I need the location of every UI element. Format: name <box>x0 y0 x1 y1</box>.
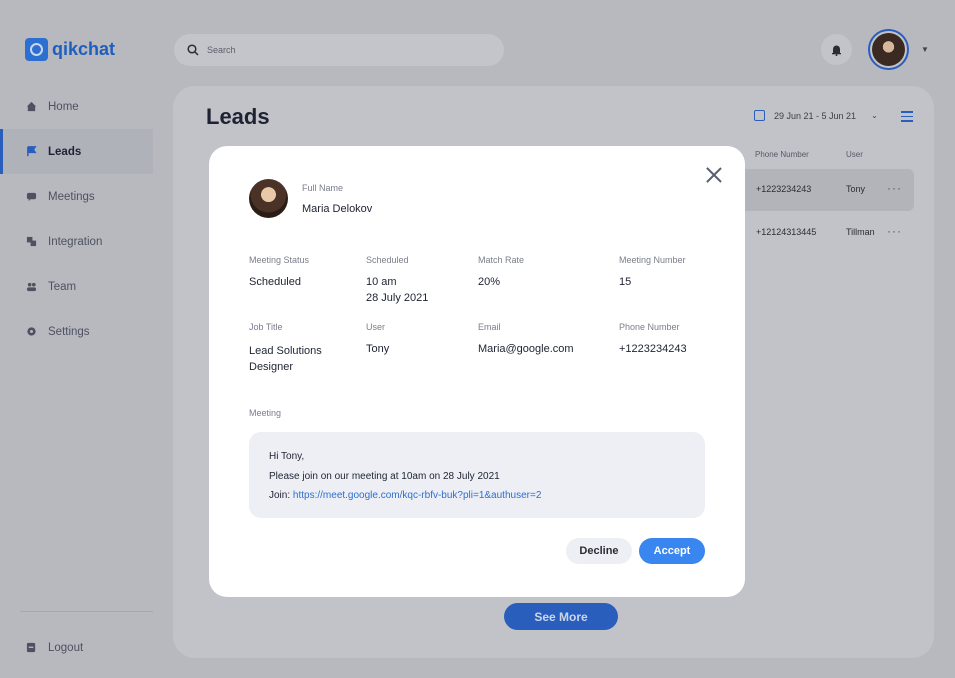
full-name-label: Full Name <box>302 183 344 193</box>
sidebar-item-label: Integration <box>48 235 103 248</box>
sidebar-item-meetings[interactable]: Meetings <box>0 174 153 219</box>
team-icon <box>26 282 37 292</box>
sidebar-item-label: Home <box>48 100 79 113</box>
accept-button[interactable]: Accept <box>639 538 705 564</box>
user-value: Tony <box>366 343 390 355</box>
flag-icon <box>27 146 37 157</box>
message-body: Please join on our meeting at 10am on 28… <box>269 470 500 482</box>
page-title: Leads <box>206 104 270 129</box>
job-title-line2: Designer <box>249 361 294 373</box>
see-more-button[interactable]: See More <box>504 603 618 630</box>
sidebar-nav: Home Leads Meetings Integration Team Set… <box>0 84 153 354</box>
full-name-value: Maria Delokov <box>302 203 373 215</box>
meeting-label: Meeting <box>249 408 282 418</box>
search-placeholder: Search <box>207 45 236 55</box>
column-header-user: User <box>846 150 863 159</box>
row-menu-icon[interactable]: ··· <box>887 224 902 238</box>
sidebar-item-label: Leads <box>48 145 82 158</box>
search-icon <box>187 44 199 56</box>
job-title-label: Job Title <box>249 322 283 332</box>
logo-icon <box>25 38 48 61</box>
chat-icon <box>26 192 37 202</box>
user-avatar[interactable] <box>868 29 909 70</box>
table-cell-phone: +1223234243 <box>756 184 812 194</box>
puzzle-icon <box>26 236 37 247</box>
meeting-link[interactable]: https://meet.google.com/kqc-rbfv-buk?pli… <box>293 490 541 501</box>
sidebar-item-integration[interactable]: Integration <box>0 219 153 264</box>
meeting-number-label: Meeting Number <box>619 255 686 265</box>
table-cell-phone: +12124313445 <box>756 227 817 237</box>
date-range-picker[interactable]: 29 Jun 21 - 5 Jun 21 ⌄ <box>754 110 878 121</box>
meeting-message: Hi Tony, Please join on our meeting at 1… <box>249 432 705 518</box>
join-prefix: Join: <box>269 490 293 501</box>
chevron-down-icon: ⌄ <box>871 111 878 120</box>
scheduled-label: Scheduled <box>366 255 409 265</box>
notifications-button[interactable] <box>821 34 852 65</box>
sidebar-item-team[interactable]: Team <box>0 264 153 309</box>
gear-icon <box>27 327 36 336</box>
chevron-down-icon[interactable]: ▼ <box>921 45 929 54</box>
meeting-status-value: Scheduled <box>249 276 301 288</box>
app-name: qikchat <box>52 39 116 59</box>
match-rate-label: Match Rate <box>478 255 525 265</box>
decline-button[interactable]: Decline <box>566 538 632 564</box>
message-greeting: Hi Tony, <box>269 451 305 462</box>
table-cell-user: Tony <box>846 184 866 194</box>
lead-avatar <box>249 179 288 218</box>
sidebar-item-leads[interactable]: Leads <box>0 129 153 174</box>
filter-icon[interactable] <box>901 111 913 122</box>
phone-label: Phone Number <box>619 322 680 332</box>
match-rate-value: 20% <box>478 276 501 288</box>
logout-button[interactable]: Logout <box>0 625 83 670</box>
sidebar-divider <box>20 611 153 612</box>
close-icon[interactable] <box>705 166 723 184</box>
app-logo[interactable]: qikchat <box>25 38 115 61</box>
sidebar-item-label: Team <box>48 280 77 293</box>
search-input[interactable]: Search <box>174 34 504 66</box>
home-icon <box>26 101 37 112</box>
avatar-image <box>872 33 905 66</box>
logout-icon <box>26 642 36 653</box>
message-join-line: Join: https://meet.google.com/kqc-rbfv-b… <box>269 486 685 506</box>
lead-details-modal: Full Name Maria Delokov Meeting Status S… <box>209 146 745 597</box>
sidebar-item-label: Meetings <box>48 190 95 203</box>
email-value: Maria@google.com <box>478 343 574 355</box>
scheduled-time: 10 am <box>366 276 397 288</box>
row-menu-icon[interactable]: ··· <box>887 181 902 195</box>
sidebar-item-home[interactable]: Home <box>0 84 153 129</box>
logout-label: Logout <box>48 641 84 654</box>
sidebar-item-label: Settings <box>48 325 90 338</box>
job-title-line1: Lead Solutions <box>249 345 322 357</box>
user-label: User <box>366 322 386 332</box>
bell-icon <box>832 45 841 56</box>
phone-value: +1223234243 <box>619 343 687 355</box>
table-cell-user: Tillman <box>846 227 875 237</box>
meeting-status-label: Meeting Status <box>249 255 310 265</box>
scheduled-date: 28 July 2021 <box>366 292 429 304</box>
column-header-phone: Phone Number <box>755 150 809 159</box>
sidebar-item-settings[interactable]: Settings <box>0 309 153 354</box>
date-range-text: 29 Jun 21 - 5 Jun 21 <box>774 110 857 121</box>
meeting-number-value: 15 <box>619 276 632 288</box>
email-label: Email <box>478 322 501 332</box>
calendar-icon <box>754 110 765 121</box>
